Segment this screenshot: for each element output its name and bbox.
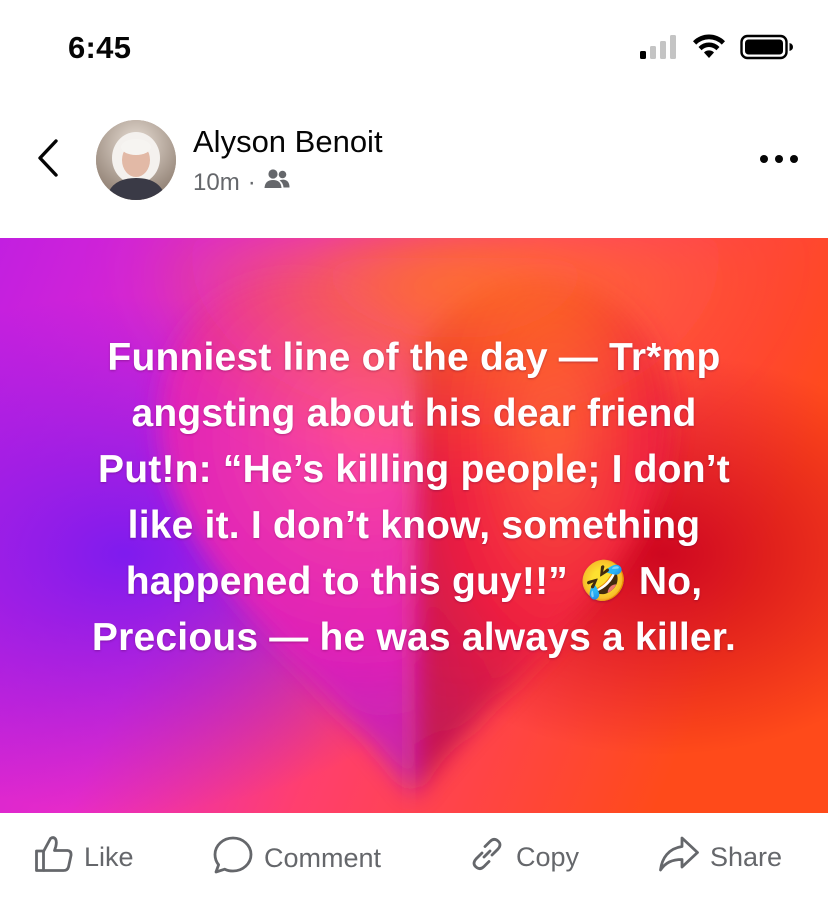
post-action-bar: Like Comment Copy Share [0, 813, 828, 903]
post-meta: 10m · [193, 168, 290, 197]
post-time[interactable]: 10m [193, 169, 240, 197]
more-dots-icon [759, 151, 799, 169]
copy-button[interactable]: Copy [468, 835, 579, 880]
like-label: Like [84, 842, 134, 872]
signal-icon [640, 35, 678, 64]
post-background-image: Funniest line of the day — Tr*mp angstin… [0, 238, 828, 813]
like-button[interactable]: Like [34, 835, 134, 880]
post-text: Funniest line of the day — Tr*mp angstin… [91, 336, 737, 659]
back-button[interactable] [28, 137, 68, 183]
wifi-icon [692, 34, 726, 65]
chevron-left-icon [35, 138, 61, 183]
copy-label: Copy [516, 842, 580, 872]
post-header: Alyson Benoit 10m · [0, 112, 828, 208]
friends-icon [264, 168, 290, 197]
author-name[interactable]: Alyson Benoit [193, 124, 383, 160]
thumbs-up-icon [34, 835, 74, 880]
status-bar: 6:45 [0, 0, 828, 100]
status-time: 6:45 [68, 30, 132, 65]
link-icon [468, 835, 506, 880]
comment-label: Comment [264, 843, 382, 873]
share-button[interactable]: Share [658, 835, 782, 880]
comment-button[interactable]: Comment [212, 835, 381, 882]
share-arrow-icon [658, 835, 700, 880]
meta-separator: · [247, 168, 256, 196]
avatar[interactable] [96, 120, 176, 200]
more-options-button[interactable] [754, 140, 804, 180]
comment-bubble-icon [212, 835, 254, 882]
battery-icon [740, 34, 794, 65]
share-label: Share [710, 842, 783, 872]
status-icons [640, 34, 794, 65]
